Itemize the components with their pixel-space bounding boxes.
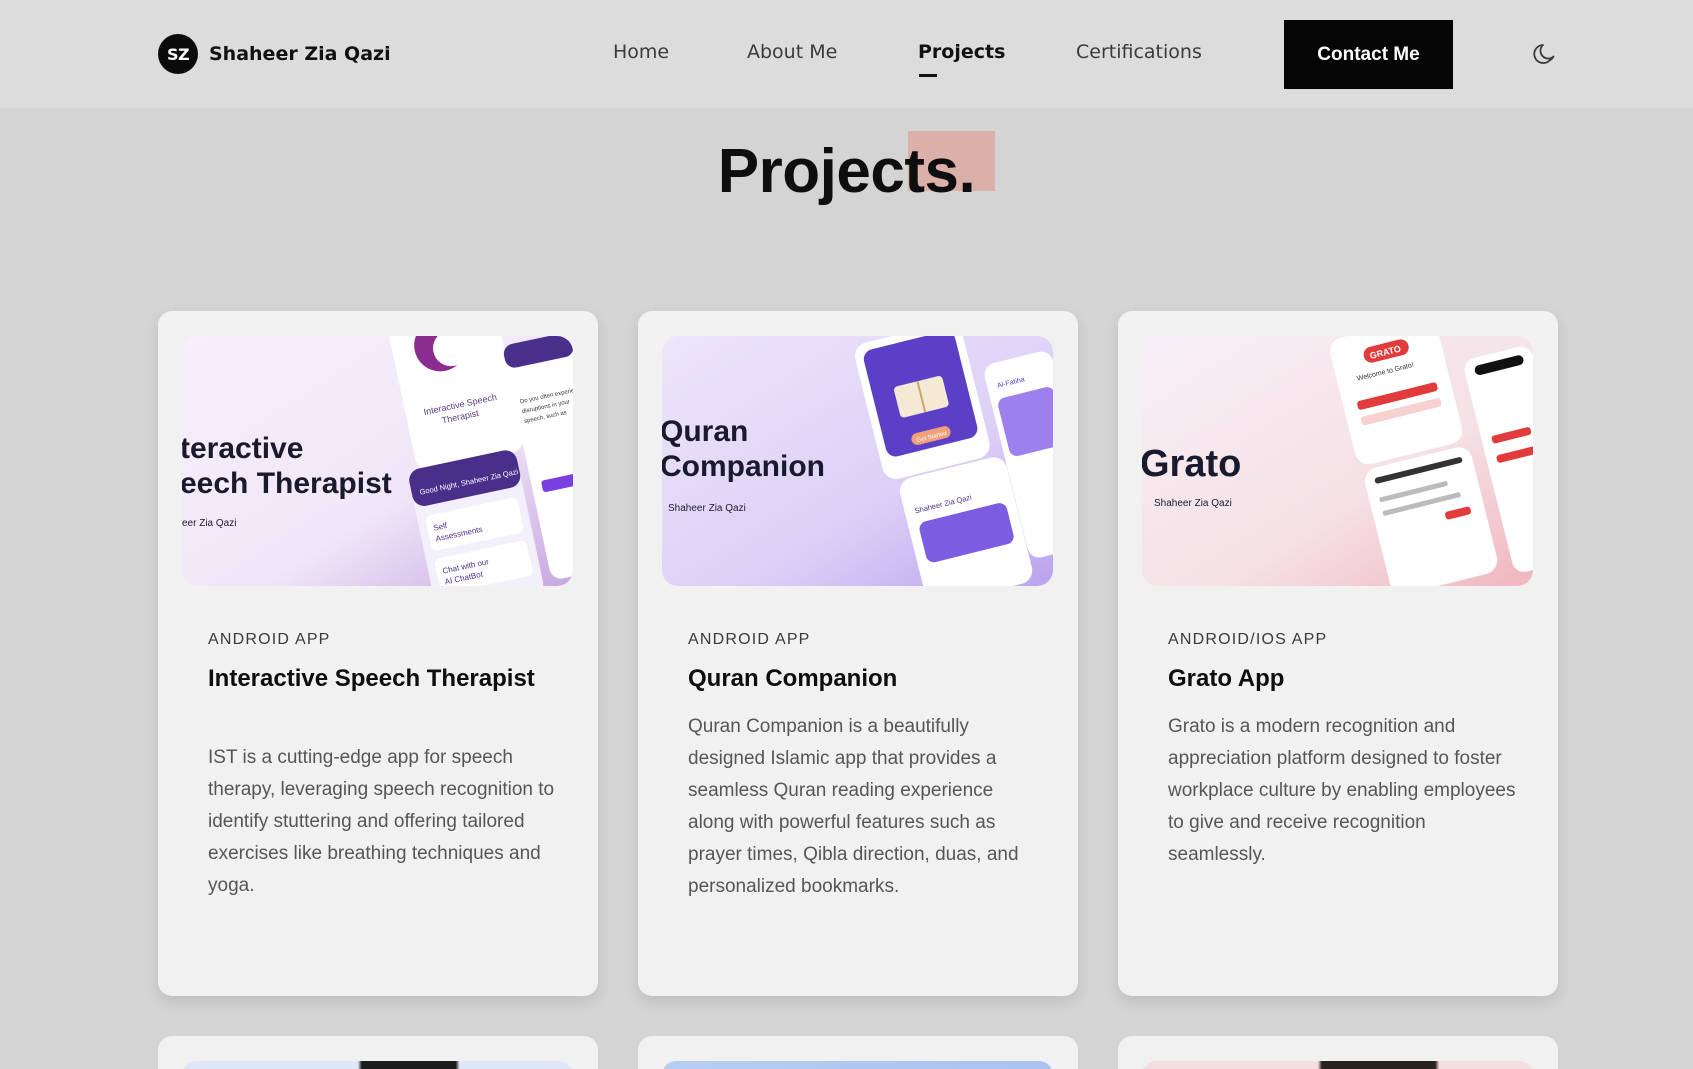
project-thumbnail[interactable]: Interactive Speech Therapist Do you ofte…	[182, 336, 573, 586]
project-category: ANDROID APP	[688, 631, 811, 648]
project-thumbnail[interactable]	[1142, 1061, 1533, 1069]
project-card[interactable]	[1118, 1036, 1558, 1069]
nav-about[interactable]: About Me	[747, 41, 837, 63]
project-category: ANDROID/IOS APP	[1168, 631, 1328, 648]
nav-active-indicator	[919, 74, 937, 77]
project-description: Grato is a modern recognition and apprec…	[1168, 716, 1516, 865]
contact-button[interactable]: Contact Me	[1284, 20, 1453, 89]
project-thumbnail[interactable]: GRATO Welcome to Grato! Grato Shaheer Zi…	[1142, 336, 1533, 586]
project-category: ANDROID APP	[208, 631, 331, 648]
thumb-heading: Grato	[1142, 443, 1241, 485]
thumb-author: eer Zia Qazi	[182, 518, 236, 529]
project-card[interactable]: Get Started Al-Fatiha Shaheer Zia Qazi Q…	[638, 311, 1078, 996]
project-card[interactable]: Interactive Speech Therapist Do you ofte…	[158, 311, 598, 996]
site-header: SZ Shaheer Zia Qazi Home About Me Projec…	[0, 0, 1693, 108]
project-card[interactable]: GRATO Welcome to Grato! Grato Shaheer Zi…	[1118, 311, 1558, 996]
project-thumbnail[interactable]	[662, 1061, 1053, 1069]
project-card[interactable]	[158, 1036, 598, 1069]
nav-certifications[interactable]: Certifications	[1076, 41, 1202, 63]
project-title[interactable]: Grato App	[1168, 663, 1528, 694]
project-title[interactable]: Interactive Speech Therapist	[208, 663, 568, 694]
project-card[interactable]	[638, 1036, 1078, 1069]
nav-home[interactable]: Home	[613, 41, 669, 63]
thumb-heading: eech Therapist	[182, 467, 392, 500]
brand[interactable]: SZ Shaheer Zia Qazi	[158, 34, 391, 74]
nav-projects[interactable]: Projects	[918, 41, 1005, 63]
project-title[interactable]: Quran Companion	[688, 663, 1048, 694]
project-description: IST is a cutting-edge app for speech the…	[208, 747, 555, 896]
thumb-author: Shaheer Zia Qazi	[668, 503, 746, 514]
project-thumbnail[interactable]	[182, 1061, 573, 1069]
project-description: Quran Companion is a beautifully designe…	[688, 716, 1019, 897]
thumb-heading: teractive	[182, 432, 303, 465]
thumb-author: Shaheer Zia Qazi	[1154, 498, 1232, 509]
moon-icon[interactable]	[1532, 41, 1558, 67]
thumb-heading: Companion	[662, 450, 825, 483]
title-section: Projects.	[0, 130, 1693, 220]
brand-name[interactable]: Shaheer Zia Qazi	[209, 43, 391, 65]
project-thumbnail[interactable]: Get Started Al-Fatiha Shaheer Zia Qazi Q…	[662, 336, 1053, 586]
page-title: Projects.	[717, 137, 976, 206]
thumb-heading: Quran	[662, 415, 748, 448]
brand-logo[interactable]: SZ	[158, 34, 198, 74]
